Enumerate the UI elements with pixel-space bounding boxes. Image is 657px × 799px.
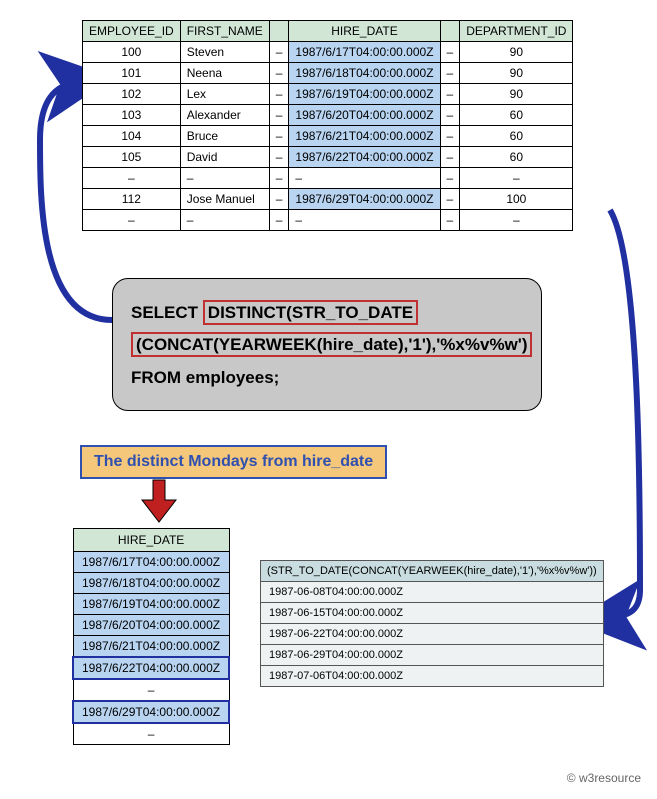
table-row: 105David–1987/6/22T04:00:00.000Z–60 — [83, 147, 573, 168]
table-row: 1987-07-06T04:00:00.000Z — [261, 666, 604, 687]
table-row: 102Lex–1987/6/19T04:00:00.000Z–90 — [83, 84, 573, 105]
employees-col-header: DEPARTMENT_ID — [460, 21, 573, 42]
table-row: 1987-06-22T04:00:00.000Z — [261, 624, 604, 645]
table-row: 1987/6/17T04:00:00.000Z — [73, 552, 229, 573]
employees-col-header — [269, 21, 289, 42]
table-row: 1987/6/21T04:00:00.000Z — [73, 636, 229, 658]
table-row: 1987/6/22T04:00:00.000Z — [73, 657, 229, 679]
table-row: 100Steven–1987/6/17T04:00:00.000Z–90 — [83, 42, 573, 63]
table-row: 1987/6/29T04:00:00.000Z — [73, 701, 229, 723]
table-row: 1987-06-29T04:00:00.000Z — [261, 645, 604, 666]
table-row: 1987/6/18T04:00:00.000Z — [73, 573, 229, 594]
sql-distinct-part: DISTINCT(STR_TO_DATE — [203, 300, 418, 325]
credit-text: © w3resource — [567, 771, 641, 785]
hire-date-table: HIRE_DATE 1987/6/17T04:00:00.000Z1987/6/… — [72, 528, 230, 745]
employees-col-header: EMPLOYEE_ID — [83, 21, 181, 42]
table-row: – — [73, 679, 229, 701]
table-row: 1987/6/19T04:00:00.000Z — [73, 594, 229, 615]
employees-col-header — [440, 21, 460, 42]
hire-date-header: HIRE_DATE — [73, 529, 229, 552]
table-row: 112Jose Manuel–1987/6/29T04:00:00.000Z–1… — [83, 189, 573, 210]
table-row: –––––– — [83, 168, 573, 189]
red-down-arrow — [140, 480, 178, 522]
table-row: 1987-06-08T04:00:00.000Z — [261, 582, 604, 603]
sql-from: FROM employees; — [131, 368, 279, 387]
table-row: 1987-06-15T04:00:00.000Z — [261, 603, 604, 624]
table-row: 101Neena–1987/6/18T04:00:00.000Z–90 — [83, 63, 573, 84]
sql-query-box: SELECT DISTINCT(STR_TO_DATE (CONCAT(YEAR… — [112, 278, 542, 411]
employees-table: EMPLOYEE_IDFIRST_NAME HIRE_DATE DEPARTMENT… — [82, 20, 573, 231]
employees-col-header: HIRE_DATE — [289, 21, 440, 42]
sql-concat-part: (CONCAT(YEARWEEK(hire_date),'1'),'%x%v%w… — [131, 332, 532, 357]
table-row: 1987/6/20T04:00:00.000Z — [73, 615, 229, 636]
employees-col-header: FIRST_NAME — [180, 21, 269, 42]
result-header: (STR_TO_DATE(CONCAT(YEARWEEK(hire_date),… — [261, 561, 604, 582]
caption-label: The distinct Mondays from hire_date — [80, 445, 387, 479]
table-row: –––––– — [83, 210, 573, 231]
sql-select: SELECT — [131, 303, 203, 322]
result-table: (STR_TO_DATE(CONCAT(YEARWEEK(hire_date),… — [260, 560, 604, 687]
table-row: – — [73, 723, 229, 745]
table-row: 104Bruce–1987/6/21T04:00:00.000Z–60 — [83, 126, 573, 147]
table-row: 103Alexander–1987/6/20T04:00:00.000Z–60 — [83, 105, 573, 126]
